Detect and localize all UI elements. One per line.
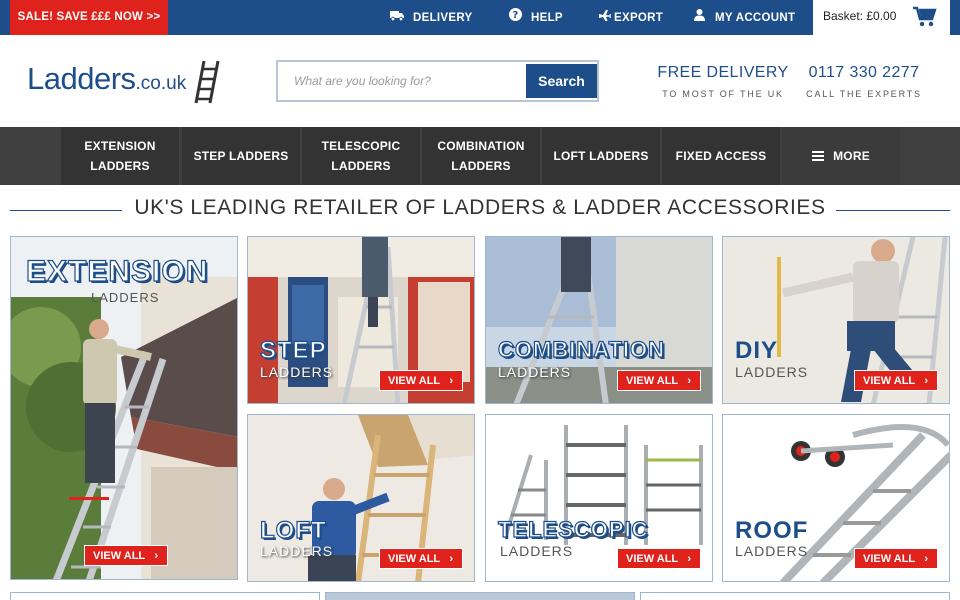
my-account-label: MY ACCOUNT bbox=[715, 12, 796, 24]
site-logo[interactable]: Ladders.co.uk bbox=[27, 61, 186, 97]
category-tile-combination[interactable]: COMBINATION LADDERS VIEW ALL › bbox=[485, 236, 713, 404]
basket-total: Basket: £0.00 bbox=[823, 9, 897, 23]
tile-subtitle: LADDERS bbox=[498, 364, 572, 380]
free-delivery-title: FREE DELIVERY bbox=[657, 64, 789, 81]
nav-step-ladders[interactable]: STEP LADDERS bbox=[182, 127, 300, 185]
nav-combination-ladders[interactable]: COMBINATION LADDERS bbox=[422, 127, 540, 185]
category-tile-diy[interactable]: DIY LADDERS VIEW ALL › bbox=[722, 236, 950, 404]
tile-subtitle: LADDERS bbox=[260, 364, 334, 380]
plane-icon bbox=[597, 0, 611, 35]
chevron-right-icon: › bbox=[924, 375, 928, 387]
bottom-tile-2[interactable] bbox=[325, 592, 635, 600]
chevron-right-icon: › bbox=[924, 553, 928, 565]
category-tile-extension[interactable]: EXTENSION LADDERS VIEW ALL › bbox=[10, 236, 238, 580]
site-header: Ladders.co.uk Search FREE DELIVERY TO MO… bbox=[0, 35, 960, 127]
nav-label: LOFT LADDERS bbox=[553, 149, 649, 163]
help-link[interactable]: ? HELP bbox=[508, 0, 563, 35]
nav-label: STEP LADDERS bbox=[193, 149, 289, 163]
chevron-right-icon: › bbox=[449, 375, 453, 387]
delivery-label: DELIVERY bbox=[413, 12, 473, 24]
search-button[interactable]: Search bbox=[526, 64, 597, 98]
free-delivery-promo[interactable]: FREE DELIVERY TO MOST OF THE UK bbox=[653, 64, 793, 99]
loft-view-all-button[interactable]: VIEW ALL › bbox=[379, 548, 463, 569]
nav-label: COMBINATION bbox=[437, 139, 525, 153]
tile-title: ROOF bbox=[735, 517, 809, 544]
nav-label: FIXED ACCESS bbox=[675, 149, 767, 163]
sale-banner-link[interactable]: SALE! SAVE £££ NOW >> bbox=[10, 0, 168, 35]
diy-view-all-button[interactable]: VIEW ALL › bbox=[854, 370, 938, 391]
nav-loft-ladders[interactable]: LOFT LADDERS bbox=[542, 127, 660, 185]
tile-title: DIY bbox=[735, 337, 779, 364]
roof-view-all-button[interactable]: VIEW ALL › bbox=[854, 548, 938, 569]
page-heading: UK'S LEADING RETAILER OF LADDERS & LADDE… bbox=[0, 196, 960, 220]
nav-label: LADDERS bbox=[90, 159, 150, 173]
search-input[interactable] bbox=[280, 64, 526, 98]
nav-label: MORE bbox=[833, 149, 870, 163]
category-tile-loft[interactable]: LOFT LADDERS VIEW ALL › bbox=[247, 414, 475, 582]
nav-telescopic-ladders[interactable]: TELESCOPIC LADDERS bbox=[302, 127, 420, 185]
chevron-right-icon: › bbox=[687, 375, 691, 387]
bottom-tile-1[interactable] bbox=[10, 592, 320, 600]
tile-title: LOFT bbox=[259, 516, 327, 544]
truck-icon bbox=[390, 0, 404, 35]
logo-main-text: Ladders bbox=[27, 61, 136, 96]
telescopic-view-all-button[interactable]: VIEW ALL › bbox=[617, 548, 701, 569]
tile-title: STEP bbox=[259, 336, 327, 364]
export-link[interactable]: EXPORT bbox=[597, 0, 663, 35]
svg-text:?: ? bbox=[512, 10, 518, 21]
tile-subtitle: LADDERS bbox=[91, 290, 160, 305]
nav-more[interactable]: MORE bbox=[782, 127, 900, 185]
nav-label: LADDERS bbox=[331, 159, 391, 173]
help-icon: ? bbox=[508, 0, 522, 35]
search-form: Search bbox=[276, 60, 599, 102]
nav-extension-ladders[interactable]: EXTENSION LADDERS bbox=[61, 127, 179, 185]
basket-button[interactable]: Basket: £0.00 bbox=[813, 0, 950, 35]
help-label: HELP bbox=[531, 12, 563, 24]
tile-subtitle: LADDERS bbox=[500, 543, 574, 559]
nav-fixed-access[interactable]: FIXED ACCESS bbox=[662, 127, 780, 185]
step-view-all-button[interactable]: VIEW ALL › bbox=[379, 370, 463, 391]
chevron-right-icon: › bbox=[687, 553, 691, 565]
extension-view-all-button[interactable]: VIEW ALL › bbox=[84, 545, 168, 566]
chevron-right-icon: › bbox=[449, 553, 453, 565]
main-nav: EXTENSION LADDERS STEP LADDERS TELESCOPIC… bbox=[0, 127, 960, 185]
tile-subtitle: LADDERS bbox=[735, 543, 809, 559]
category-tile-step[interactable]: STEP LADDERS VIEW ALL › bbox=[247, 236, 475, 404]
top-bar: SALE! SAVE £££ NOW >> DELIVERY ? HELP EX… bbox=[0, 0, 960, 35]
export-label: EXPORT bbox=[614, 12, 664, 24]
phone-subtitle: CALL THE EXPERTS bbox=[806, 89, 922, 99]
tile-title: TELESCOPIC bbox=[497, 516, 649, 542]
nav-label: EXTENSION bbox=[84, 139, 156, 153]
phone-number: 0117 330 2277 bbox=[808, 64, 920, 81]
my-account-link[interactable]: MY ACCOUNT bbox=[692, 0, 795, 35]
bottom-tile-3[interactable] bbox=[640, 592, 950, 600]
tile-title: EXTENSION bbox=[25, 254, 209, 288]
chevron-right-icon: › bbox=[154, 550, 158, 562]
free-delivery-subtitle: TO MOST OF THE UK bbox=[662, 89, 784, 99]
cart-icon bbox=[913, 6, 937, 27]
menu-icon bbox=[812, 151, 825, 161]
combination-view-all-button[interactable]: VIEW ALL › bbox=[617, 370, 701, 391]
tile-subtitle: LADDERS bbox=[260, 543, 334, 559]
nav-label: TELESCOPIC bbox=[321, 139, 401, 153]
tile-subtitle: LADDERS bbox=[735, 364, 809, 380]
ladder-logo-icon bbox=[194, 60, 220, 104]
category-tile-telescopic[interactable]: TELESCOPIC LADDERS VIEW ALL › bbox=[485, 414, 713, 582]
tile-title: COMBINATION bbox=[497, 336, 666, 362]
delivery-link[interactable]: DELIVERY bbox=[390, 0, 472, 35]
category-tile-roof[interactable]: ROOF LADDERS VIEW ALL › bbox=[722, 414, 950, 582]
phone-promo[interactable]: 0117 330 2277 CALL THE EXPERTS bbox=[798, 64, 930, 99]
nav-label: LADDERS bbox=[451, 159, 511, 173]
user-icon bbox=[692, 0, 706, 35]
logo-suffix-text: .co.uk bbox=[135, 73, 187, 94]
